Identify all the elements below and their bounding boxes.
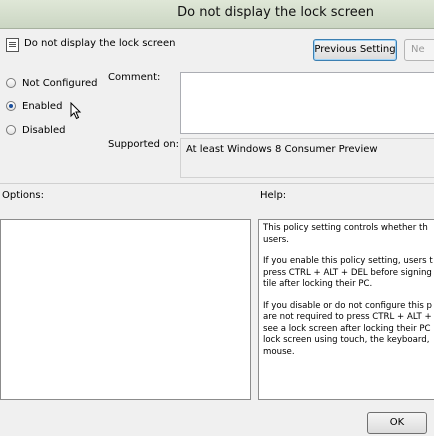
mouse-cursor-icon — [70, 102, 82, 120]
radio-label: Disabled — [22, 124, 66, 136]
options-label: Options: — [2, 190, 44, 201]
help-paragraph: If you enable this policy setting, users… — [263, 256, 434, 291]
comment-label: Comment: — [108, 72, 161, 83]
help-line: press CTRL + ALT + DEL before signing — [263, 267, 432, 278]
help-line: lock screen using touch, the keyboard, — [263, 335, 430, 345]
help-line: mouse. — [263, 346, 295, 357]
help-panel[interactable]: This policy setting controls whether th … — [258, 219, 434, 400]
help-line: are not required to press CTRL + ALT + — [263, 312, 432, 322]
help-paragraph: This policy setting controls whether th … — [263, 223, 434, 246]
radio-enabled[interactable]: Enabled — [6, 99, 62, 113]
radio-label: Enabled — [22, 100, 63, 112]
policy-title: Do not display the lock screen — [24, 38, 176, 49]
radio-button[interactable] — [6, 125, 16, 135]
next-setting-button[interactable]: Ne — [404, 39, 434, 61]
radio-disabled[interactable]: Disabled — [6, 123, 65, 137]
window-title: Do not display the lock screen — [177, 5, 374, 20]
previous-setting-button[interactable]: Previous Setting — [313, 39, 397, 61]
help-line: users. — [263, 234, 289, 245]
supported-on-label: Supported on: — [108, 139, 180, 150]
radio-label: Not Configured — [22, 77, 98, 89]
comment-field[interactable] — [180, 72, 434, 134]
help-paragraph: If you disable or do not configure this … — [263, 301, 434, 359]
policy-icon — [6, 38, 19, 52]
ok-button[interactable]: OK — [367, 412, 427, 434]
help-line: If you disable or do not configure this … — [263, 300, 433, 311]
radio-not-configured[interactable]: Not Configured — [6, 76, 98, 90]
radio-button[interactable] — [6, 78, 16, 88]
help-line: This policy setting controls whether th — [263, 223, 428, 233]
title-bar: Do not display the lock screen — [0, 0, 434, 29]
help-line: see a lock screen after locking their PC — [263, 323, 431, 334]
divider — [0, 183, 434, 184]
radio-button[interactable] — [6, 101, 16, 111]
help-line: If you enable this policy setting, users… — [263, 256, 433, 266]
options-panel[interactable] — [0, 219, 251, 400]
help-line: tile after locking their PC. — [263, 279, 373, 289]
help-label: Help: — [260, 190, 287, 201]
supported-on-value: At least Windows 8 Consumer Preview — [186, 144, 378, 155]
